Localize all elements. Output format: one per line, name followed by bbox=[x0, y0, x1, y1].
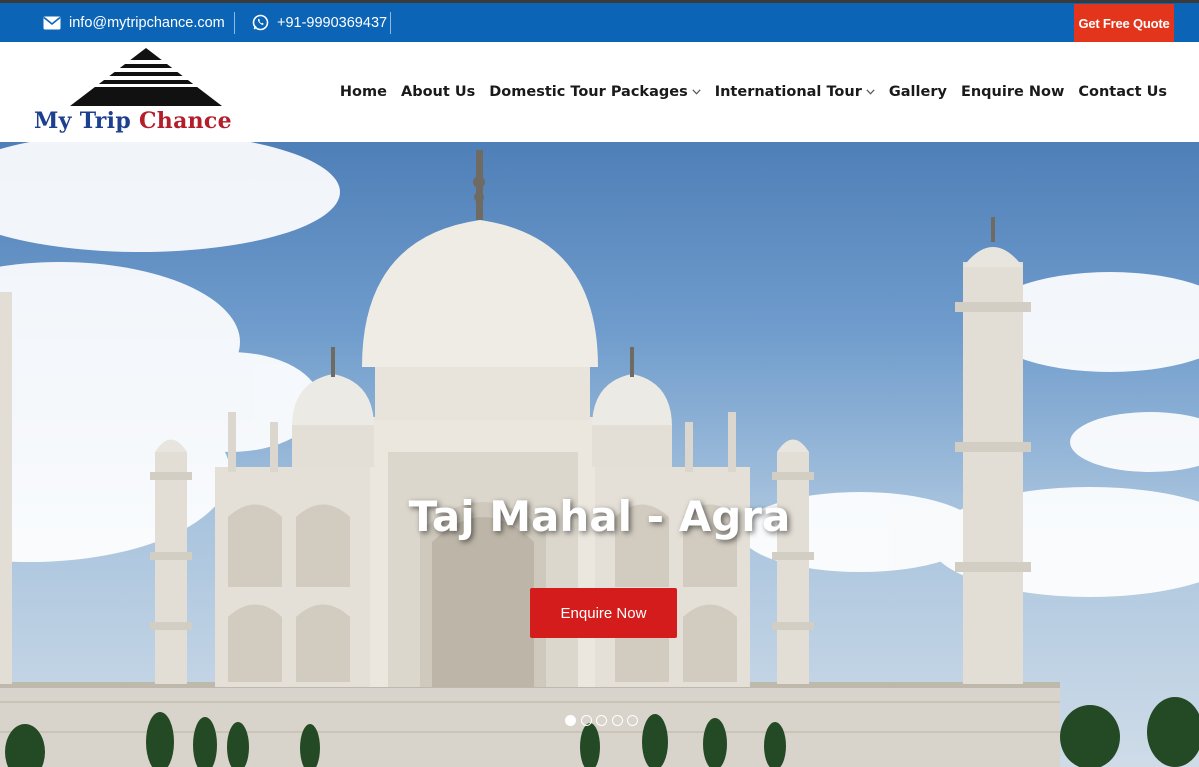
nav-domestic-tour-packages[interactable]: Domestic Tour Packages bbox=[489, 84, 701, 100]
nav-label[interactable]: About Us bbox=[401, 84, 475, 100]
nav-label[interactable]: Contact Us bbox=[1078, 84, 1167, 100]
logo-word-2: Chance bbox=[138, 108, 232, 134]
chevron-down-icon[interactable] bbox=[866, 89, 875, 95]
nav-label[interactable]: Home bbox=[340, 84, 387, 100]
envelope-icon bbox=[43, 16, 61, 30]
slider-dot[interactable] bbox=[627, 715, 638, 726]
nav-label[interactable]: Gallery bbox=[889, 84, 947, 100]
main-nav: Home About Us Domestic Tour Packages Int… bbox=[326, 42, 1167, 142]
divider bbox=[234, 12, 235, 34]
nav-international-tour[interactable]: International Tour bbox=[715, 84, 875, 100]
site-logo[interactable]: My Trip Chance bbox=[34, 46, 262, 136]
nav-enquire-now[interactable]: Enquire Now bbox=[961, 84, 1064, 100]
hero-enquire-now-button[interactable]: Enquire Now bbox=[530, 588, 677, 638]
hero-slider[interactable]: Taj Mahal - Agra Enquire Now bbox=[0, 142, 1199, 767]
phone-text[interactable]: +91-9990369437 bbox=[277, 15, 387, 31]
nav-home[interactable]: Home bbox=[340, 84, 387, 100]
slider-dots bbox=[565, 715, 643, 726]
site-header: My Trip Chance Home About Us Domestic To… bbox=[0, 42, 1199, 142]
slider-dot[interactable] bbox=[611, 715, 623, 726]
email-text[interactable]: info@mytripchance.com bbox=[69, 15, 225, 31]
nav-label[interactable]: Domestic Tour Packages bbox=[489, 84, 687, 100]
hero-title: Taj Mahal - Agra bbox=[408, 492, 791, 541]
whatsapp-icon bbox=[252, 14, 269, 31]
slider-dot[interactable] bbox=[580, 715, 592, 726]
slider-dot[interactable] bbox=[596, 715, 607, 726]
nav-gallery[interactable]: Gallery bbox=[889, 84, 947, 100]
logo-text: My Trip Chance bbox=[34, 108, 262, 134]
phone-contact[interactable]: +91-9990369437 bbox=[252, 3, 387, 42]
get-free-quote-button[interactable]: Get Free Quote bbox=[1074, 4, 1174, 42]
top-contact-bar: info@mytripchance.com +91-9990369437 Get… bbox=[0, 0, 1199, 42]
nav-label[interactable]: International Tour bbox=[715, 84, 862, 100]
slider-dot[interactable] bbox=[565, 715, 576, 726]
divider bbox=[390, 12, 391, 34]
pyramid-logo-icon bbox=[70, 48, 222, 106]
email-contact[interactable]: info@mytripchance.com bbox=[43, 3, 225, 42]
logo-word-1: My Trip bbox=[34, 108, 139, 134]
nav-label[interactable]: Enquire Now bbox=[961, 84, 1064, 100]
taj-mahal-image bbox=[0, 142, 1199, 767]
chevron-down-icon[interactable] bbox=[692, 89, 701, 95]
nav-about-us[interactable]: About Us bbox=[401, 84, 475, 100]
nav-contact-us[interactable]: Contact Us bbox=[1078, 84, 1167, 100]
